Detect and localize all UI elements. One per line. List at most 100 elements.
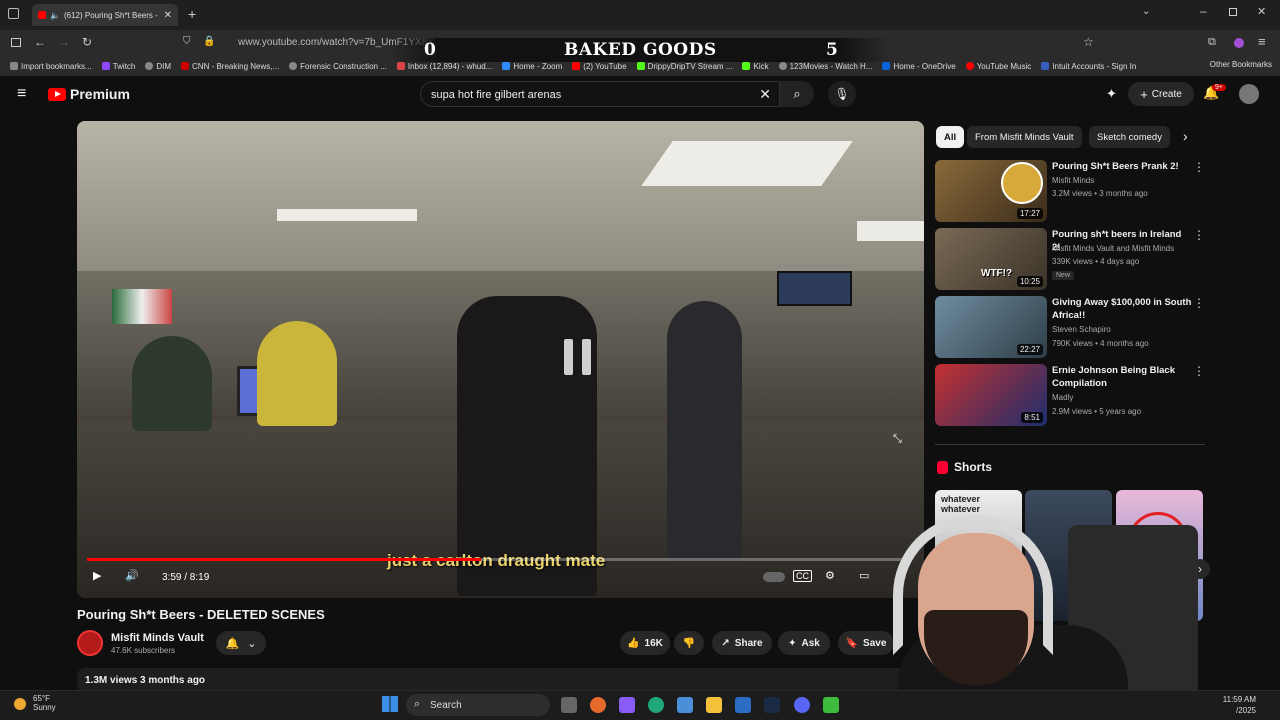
forward-icon[interactable]: → <box>58 35 70 49</box>
bookmark-icon <box>10 62 18 70</box>
like-button[interactable]: 👍 16K <box>620 631 670 655</box>
more-options-icon[interactable]: ⋮ <box>1193 160 1205 174</box>
more-options-icon[interactable]: ⋮ <box>1193 364 1205 378</box>
bookmark-item[interactable]: YouTube Music <box>965 62 1031 71</box>
restore-icon[interactable] <box>1229 8 1237 16</box>
task-view-icon[interactable] <box>561 697 577 713</box>
share-button[interactable]: ↗ Share <box>712 631 772 655</box>
search-button[interactable]: ⌕ <box>780 81 814 107</box>
youtube-logo[interactable]: Premium <box>48 86 130 102</box>
more-options-icon[interactable]: ⋮ <box>1193 228 1205 242</box>
ask-button[interactable]: ✦ Ask <box>778 631 830 655</box>
windows-start-icon[interactable] <box>382 696 398 712</box>
volume-icon[interactable]: 🔊 <box>125 569 139 582</box>
mute-icon[interactable]: 🔈 <box>50 11 60 20</box>
rec-channel[interactable]: Misfit Minds <box>1052 176 1094 185</box>
bookmark-item[interactable]: Kick <box>742 62 769 71</box>
sun-icon <box>14 698 26 710</box>
chevron-right-icon[interactable]: › <box>1183 128 1188 144</box>
taskbar-search[interactable]: ⌕ Search <box>406 694 550 716</box>
minimize-icon[interactable]: – <box>1200 4 1207 18</box>
bookmark-item[interactable]: Forensic Construction ... <box>289 62 387 71</box>
recommendation-item[interactable]: WTF!? 10:25 Pouring sh*t beers in Irelan… <box>935 228 1205 290</box>
play-icon[interactable]: ▶ <box>93 569 101 582</box>
chip-sketch-comedy[interactable]: Sketch comedy <box>1089 126 1170 148</box>
profile-icon[interactable] <box>1234 38 1244 48</box>
settings-gear-icon[interactable]: ⚙ <box>825 569 835 582</box>
weather-widget[interactable]: 65°F Sunny <box>33 694 56 712</box>
tab-actions-icon[interactable] <box>8 8 19 19</box>
rec-channel[interactable]: Misfit Minds Vault and Misfit Minds <box>1052 244 1174 253</box>
app-icon[interactable] <box>823 697 839 713</box>
chip-from-channel[interactable]: From Misfit Minds Vault <box>967 126 1082 148</box>
video-thumbnail: 8:51 <box>935 364 1047 426</box>
create-button[interactable]: + Create <box>1128 82 1194 106</box>
voice-search-button[interactable]: 🎙 <box>828 81 856 107</box>
avatar[interactable] <box>1239 84 1259 104</box>
recommendation-item[interactable]: 8:51 Ernie Johnson Being Black Compilati… <box>935 364 1205 426</box>
video-player[interactable]: just a carlton draught mate ▶ 🔊 3:59 / 8… <box>77 121 924 598</box>
recommendation-item[interactable]: 22:27 Giving Away $100,000 in South Afri… <box>935 296 1205 358</box>
rec-channel[interactable]: Madly <box>1052 393 1073 402</box>
bookmark-item[interactable]: DIM <box>145 62 171 71</box>
taskbar-clock[interactable]: 11:59 AM /2025 <box>1223 694 1256 716</box>
bookmark-item[interactable]: DrippyDripTV Stream ... <box>636 62 732 71</box>
bookmark-item[interactable]: Twitch <box>101 62 135 71</box>
close-tab-icon[interactable]: ✕ <box>164 10 172 21</box>
youtube-play-icon <box>48 87 66 101</box>
bookmark-item[interactable]: CNN - Breaking News,... <box>181 62 279 71</box>
tab-list-icon[interactable]: ⌄ <box>1142 6 1150 17</box>
channel-avatar[interactable] <box>77 630 103 656</box>
fullscreen-icon[interactable]: ⤡ <box>893 433 902 446</box>
store-icon[interactable] <box>677 697 693 713</box>
bookmark-item[interactable]: 123Movies - Watch H... <box>778 62 872 71</box>
channel-name[interactable]: Misfit Minds Vault <box>111 632 204 644</box>
rec-meta: 3.2M views • 3 months ago <box>1052 189 1148 198</box>
dislike-button[interactable]: 👎 <box>674 631 704 655</box>
shield-icon[interactable]: ⛉ <box>183 36 191 47</box>
mail-icon[interactable] <box>735 697 751 713</box>
close-window-icon[interactable]: ✕ <box>1257 5 1266 18</box>
bookmark-item[interactable]: Import bookmarks... <box>10 62 92 71</box>
discord-icon[interactable] <box>794 697 810 713</box>
steam-icon[interactable] <box>764 697 780 713</box>
tab-active[interactable]: 🔈 (612) Pouring Sh*t Beers - D ✕ <box>32 4 178 26</box>
other-bookmarks[interactable]: Other Bookmarks <box>1210 60 1272 69</box>
bookmark-item[interactable]: Inbox (12,894) - whud... <box>396 62 492 71</box>
pause-indicator-icon <box>564 339 592 375</box>
autoplay-toggle[interactable] <box>763 572 785 582</box>
video-thumbnail: WTF!? 10:25 <box>935 228 1047 290</box>
more-options-icon[interactable]: ⋮ <box>1193 296 1205 310</box>
bookmark-star-icon[interactable]: ☆ <box>1083 35 1094 49</box>
clear-search-icon[interactable]: ✕ <box>759 86 771 103</box>
search-icon: ⌕ <box>414 698 421 710</box>
video-description[interactable]: 1.3M views 3 months ago <box>77 668 922 692</box>
subscription-bell-button[interactable]: 🔔 ⌄ <box>216 631 266 655</box>
menu-icon[interactable]: ≡ <box>1258 34 1266 49</box>
new-tab-icon[interactable]: + <box>188 6 196 22</box>
video-duration: 22:27 <box>1016 344 1043 355</box>
rec-channel[interactable]: Steven Schapiro <box>1052 325 1111 334</box>
chip-all[interactable]: All <box>936 126 965 148</box>
hamburger-icon[interactable]: ≡ <box>17 85 26 103</box>
bookmark-item[interactable]: Home - Zoom <box>502 62 562 71</box>
firefox-icon[interactable] <box>590 697 606 713</box>
bookmark-item[interactable]: Intuit Accounts - Sign In <box>1041 62 1136 71</box>
back-icon[interactable]: ← <box>34 35 46 49</box>
captions-icon[interactable]: CC <box>793 570 812 582</box>
browser-tab-bar: 🔈 (612) Pouring Sh*t Beers - D ✕ + ⌄ – ✕ <box>0 0 1280 30</box>
copilot-icon[interactable] <box>619 697 635 713</box>
folder-icon[interactable] <box>706 697 722 713</box>
progress-bar[interactable] <box>87 558 907 561</box>
sidebar-icon[interactable] <box>11 38 21 47</box>
video-caption: just a carlton draught mate <box>387 551 606 570</box>
extensions-icon[interactable]: ⧉ <box>1208 36 1216 49</box>
bookmark-item[interactable]: (2) YouTube <box>572 62 627 71</box>
search-input[interactable]: supa hot fire gilbert arenas ✕ <box>420 81 780 107</box>
reload-icon[interactable]: ↻ <box>82 35 92 49</box>
recommendation-item[interactable]: 17:27 Pouring Sh*t Beers Prank 2! Misfit… <box>935 160 1205 222</box>
cast-icon[interactable]: ✦ <box>1106 86 1117 102</box>
lock-icon: 🔒 <box>203 36 216 47</box>
bookmark-item[interactable]: Home - OneDrive <box>882 62 956 71</box>
edge-icon[interactable] <box>648 697 664 713</box>
